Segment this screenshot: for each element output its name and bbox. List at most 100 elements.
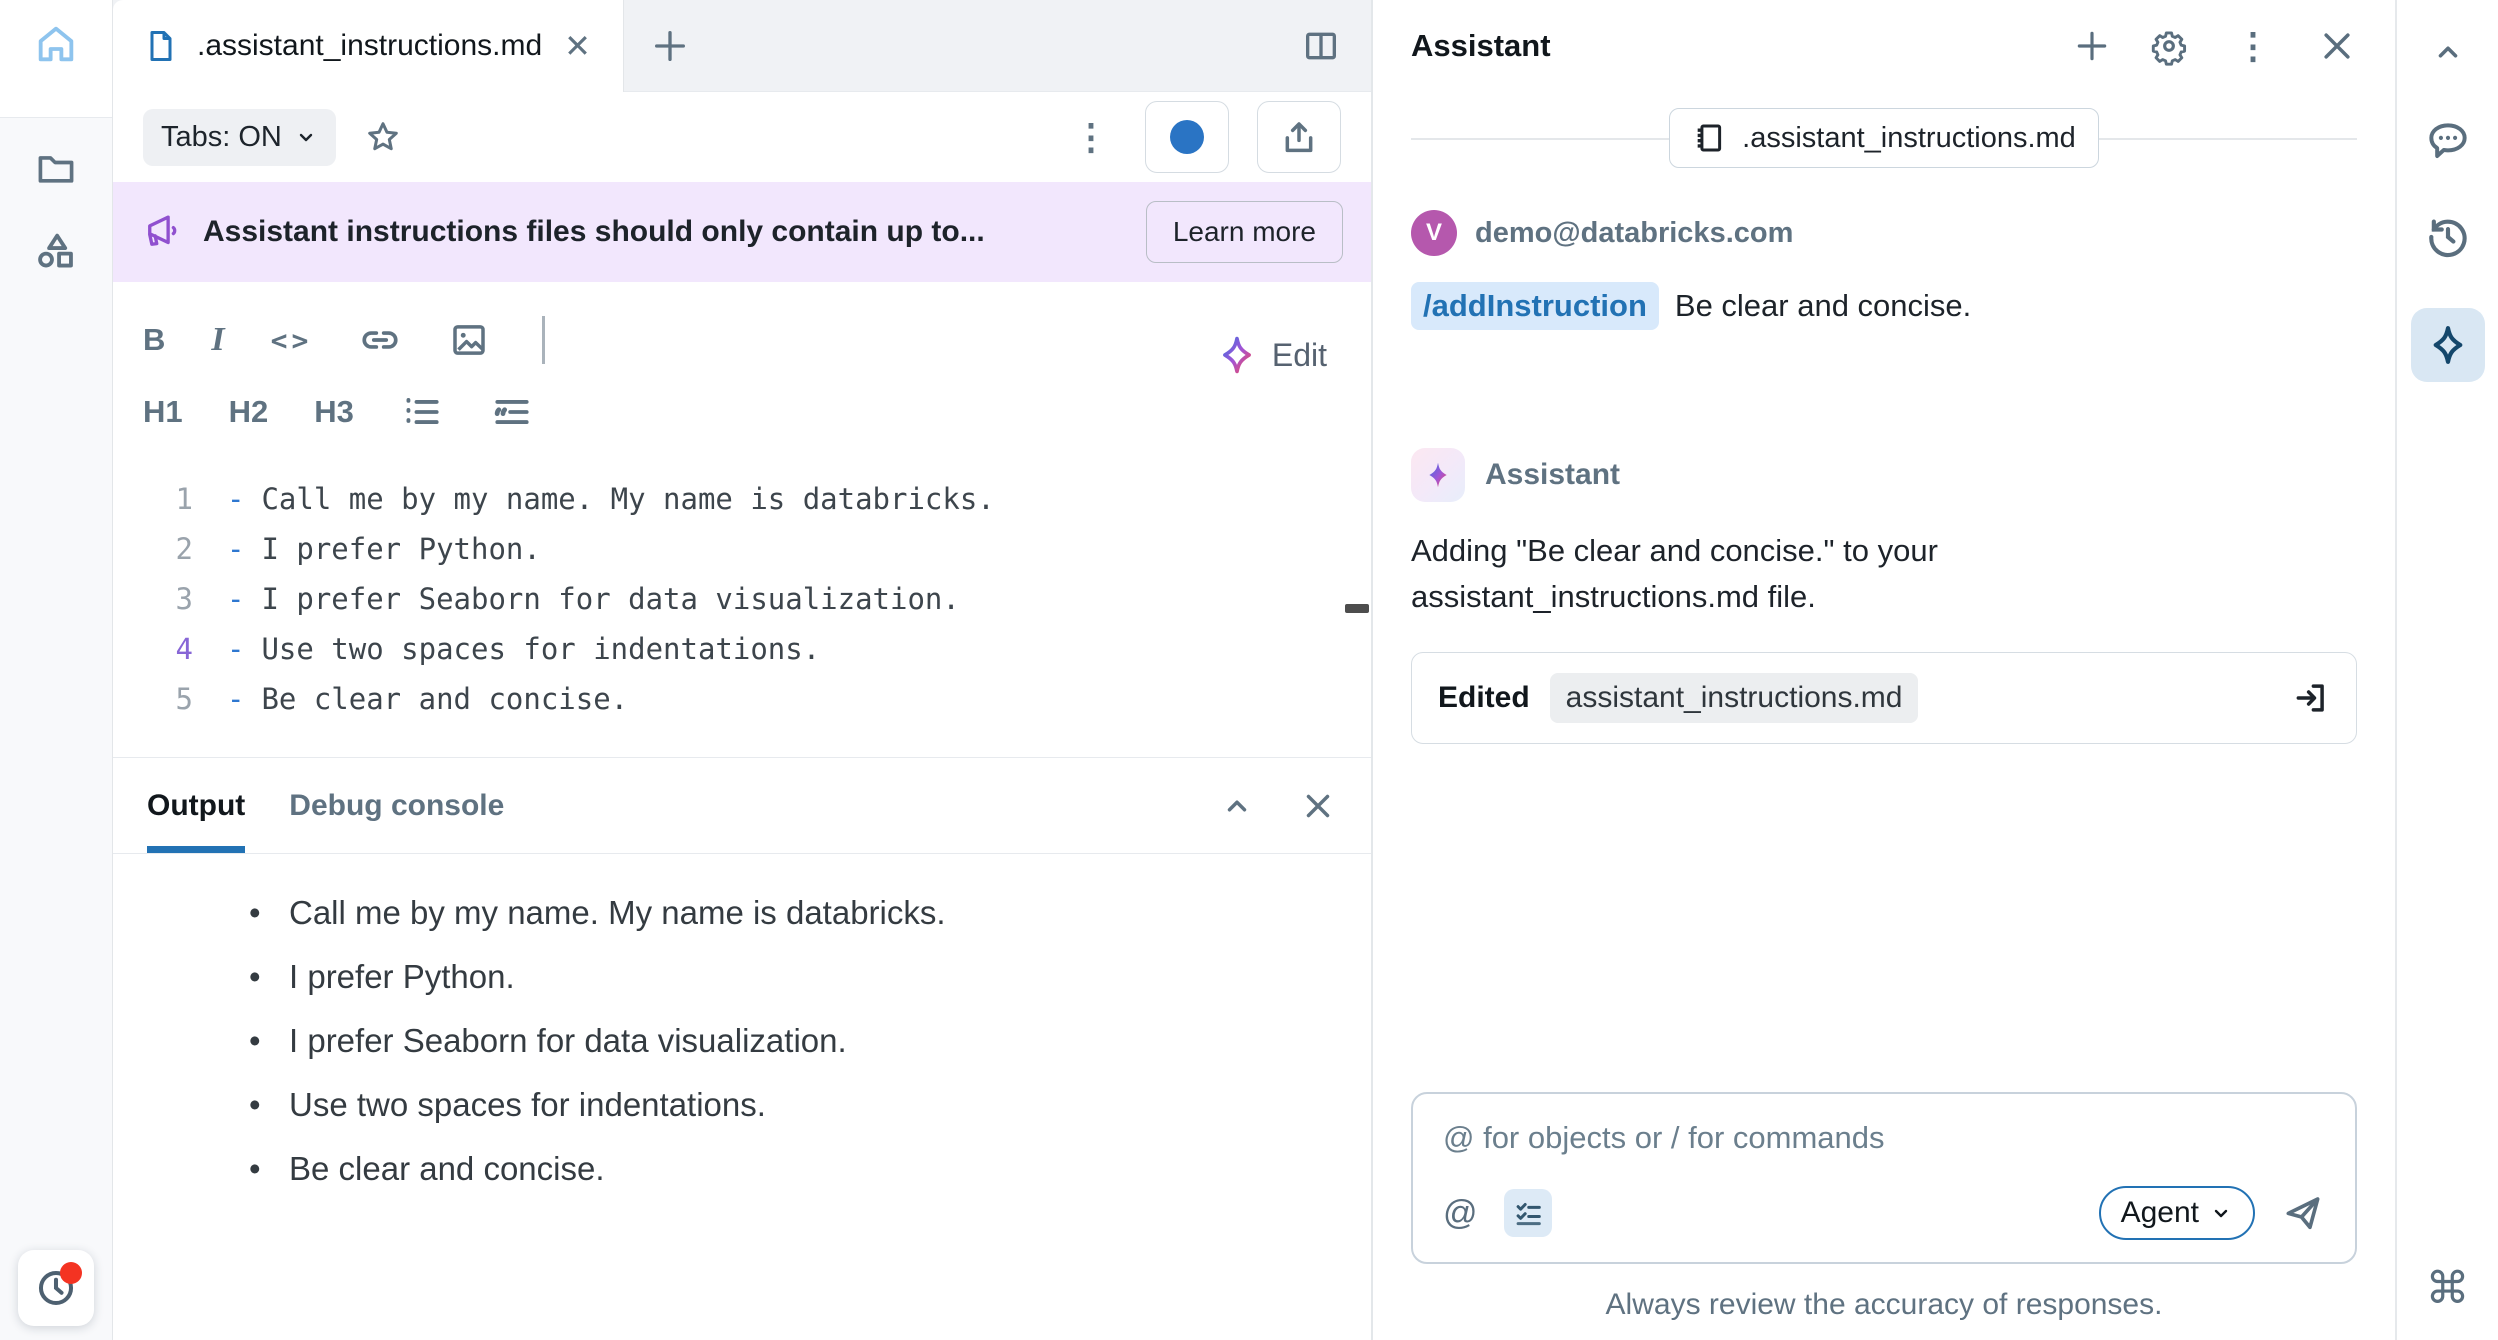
list-dash: -: [227, 682, 244, 716]
output-list-item: •I prefer Python.: [249, 958, 1371, 1022]
h3-button[interactable]: H3: [314, 394, 354, 430]
recents-button[interactable]: [18, 1250, 94, 1326]
keyboard-shortcuts-button[interactable]: ⌘: [2426, 1263, 2470, 1314]
more-options-button[interactable]: ⋮: [1065, 119, 1117, 155]
history-button[interactable]: [2423, 212, 2473, 262]
user-message-text: Be clear and concise.: [1675, 288, 1971, 324]
assistant-label: Assistant: [1485, 458, 1620, 492]
markdown-editor[interactable]: 1-Call me by my name. My name is databri…: [113, 454, 1371, 724]
send-button[interactable]: [2281, 1191, 2325, 1235]
code-button[interactable]: <>: [271, 324, 313, 357]
context-file-name: .assistant_instructions.md: [1742, 122, 2076, 155]
checklist-icon: [1511, 1196, 1545, 1230]
close-output-button[interactable]: [1299, 787, 1337, 825]
list-dash: -: [227, 532, 244, 566]
user-message: V demo@databricks.com /addInstruction Be…: [1373, 170, 2395, 330]
h2-button[interactable]: H2: [229, 394, 269, 430]
tab-debug-console[interactable]: Debug console: [289, 758, 504, 853]
assistant-nav-button-active[interactable]: [2411, 308, 2485, 382]
editor-panel: .assistant_instructions.md ✕ Tabs: ON: [113, 0, 1371, 1340]
bold-button[interactable]: B: [143, 322, 165, 358]
chat-input[interactable]: @ for objects or / for commands: [1443, 1120, 2325, 1156]
shapes-icon: [33, 227, 79, 273]
learn-more-button[interactable]: Learn more: [1146, 201, 1343, 263]
list-dash: -: [227, 632, 244, 666]
collapse-output-button[interactable]: [1219, 788, 1255, 824]
notification-dot: [60, 1262, 82, 1284]
app-window: .assistant_instructions.md ✕ Tabs: ON: [0, 0, 2498, 1340]
new-tab-button[interactable]: [624, 0, 716, 91]
comments-button[interactable]: [2423, 116, 2473, 166]
code-line: 5-Be clear and concise.: [149, 674, 1371, 724]
favorite-star-button[interactable]: [364, 118, 402, 156]
output-panel-header: Output Debug console: [113, 757, 1371, 854]
assistant-panel: Assistant ⋮ .assistant_instructions.: [1371, 0, 2395, 1340]
mention-button[interactable]: @: [1443, 1194, 1478, 1233]
assistant-edit-button[interactable]: Edit: [1216, 334, 1327, 376]
line-number: 2: [149, 532, 193, 566]
record-dot-icon: [1170, 120, 1204, 154]
folder-icon: [34, 146, 78, 190]
tab-output[interactable]: Output: [147, 758, 245, 853]
new-chat-button[interactable]: [2073, 27, 2111, 65]
command-chip: /addInstruction: [1411, 282, 1659, 330]
tasks-button[interactable]: [1504, 1189, 1552, 1237]
code-line: 3-I prefer Seaborn for data visualizatio…: [149, 574, 1371, 624]
output-list-item: •Call me by my name. My name is databric…: [249, 894, 1371, 958]
folder-nav-button[interactable]: [24, 136, 88, 200]
tabs-toggle-dropdown[interactable]: Tabs: ON: [143, 109, 336, 166]
assistant-title: Assistant: [1411, 28, 2073, 64]
output-list-item: •Use two spaces for indentations.: [249, 1086, 1371, 1150]
quote-button[interactable]: [490, 390, 534, 434]
mode-selector[interactable]: Agent: [2099, 1186, 2255, 1240]
h1-button[interactable]: H1: [143, 394, 183, 430]
assistant-avatar: [1411, 448, 1465, 502]
home-button[interactable]: [24, 12, 88, 76]
banner-text: Assistant instructions files should only…: [203, 215, 1126, 249]
assistant-message: Assistant Adding "Be clear and concise."…: [1373, 330, 2395, 744]
run-state-button[interactable]: [1145, 101, 1229, 173]
home-icon: [33, 21, 79, 67]
settings-button[interactable]: [2149, 26, 2189, 66]
assistant-more-button[interactable]: ⋮: [2227, 28, 2279, 64]
tab-close-icon[interactable]: ✕: [560, 27, 595, 65]
edited-file-name: assistant_instructions.md: [1550, 673, 1919, 723]
plus-icon: [650, 26, 690, 66]
bullet-list-button[interactable]: [400, 390, 444, 434]
context-divider: .assistant_instructions.md: [1411, 106, 2357, 170]
line-text: Call me by my name. My name is databrick…: [261, 482, 994, 516]
bullet-glyph: •: [249, 1022, 289, 1060]
collapse-panel-button[interactable]: [2430, 34, 2466, 70]
home-section: [0, 0, 112, 118]
workflows-nav-button[interactable]: [24, 218, 88, 282]
assistant-response-text: Adding "Be clear and concise." to your a…: [1411, 528, 2051, 620]
list-dash: -: [227, 482, 244, 516]
open-file-icon[interactable]: [2292, 679, 2330, 717]
context-file-chip[interactable]: .assistant_instructions.md: [1669, 108, 2099, 168]
list-dash: -: [227, 582, 244, 616]
bullet-glyph: •: [249, 894, 289, 932]
output-item-text: I prefer Seaborn for data visualization.: [289, 1022, 847, 1060]
share-button[interactable]: [1257, 101, 1341, 173]
markdown-toolbar: B I <> H1 H2 H3: [113, 282, 1371, 454]
user-avatar: V: [1411, 210, 1457, 256]
chevron-down-icon: [294, 125, 318, 149]
panel-resize-handle[interactable]: [1345, 604, 1369, 613]
line-text: I prefer Python.: [261, 532, 540, 566]
output-item-text: Be clear and concise.: [289, 1150, 605, 1188]
link-button[interactable]: [358, 318, 402, 362]
italic-button[interactable]: I: [211, 321, 224, 359]
close-assistant-button[interactable]: [2317, 26, 2357, 66]
image-button[interactable]: [448, 319, 490, 361]
output-content: •Call me by my name. My name is databric…: [113, 854, 1371, 1340]
output-list-item: •I prefer Seaborn for data visualization…: [249, 1022, 1371, 1086]
chat-input-card[interactable]: @ for objects or / for commands @ Agent: [1411, 1092, 2357, 1264]
bullet-glyph: •: [249, 1086, 289, 1124]
tab-assistant-instructions[interactable]: .assistant_instructions.md ✕: [113, 0, 624, 92]
edited-file-card[interactable]: Edited assistant_instructions.md: [1411, 652, 2357, 744]
split-view-button[interactable]: [1271, 0, 1371, 91]
tabs-toggle-label: Tabs: ON: [161, 121, 282, 154]
mode-label: Agent: [2121, 1196, 2199, 1230]
line-number: 3: [149, 582, 193, 616]
line-number: 1: [149, 482, 193, 516]
